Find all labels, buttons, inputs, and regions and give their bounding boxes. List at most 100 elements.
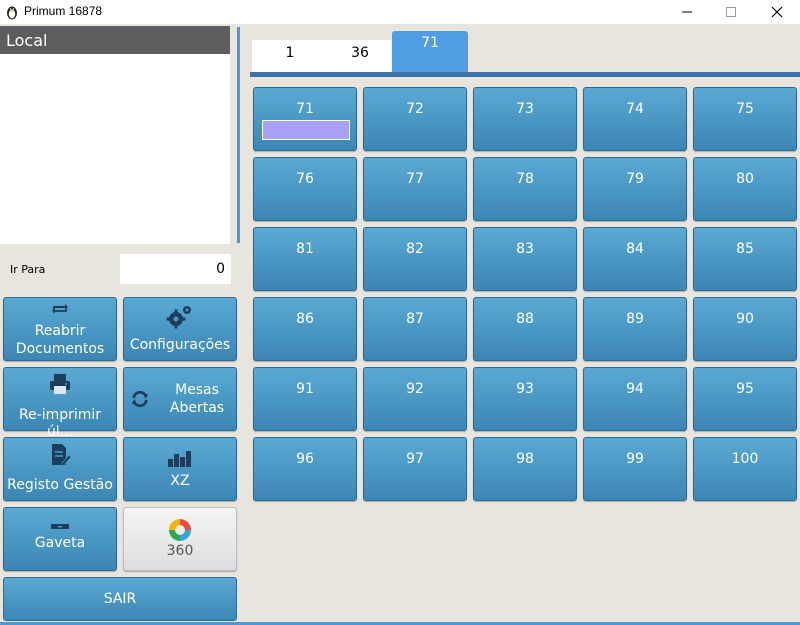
table-number: 89 (626, 311, 644, 327)
table-button[interactable]: 92 (363, 367, 467, 431)
table-button[interactable]: 91 (253, 367, 357, 431)
table-button[interactable]: 82 (363, 227, 467, 291)
table-button[interactable]: 83 (473, 227, 577, 291)
table-number: 75 (736, 101, 754, 117)
table-number: 76 (296, 171, 314, 187)
table-number: 88 (516, 311, 534, 327)
table-number: 91 (296, 381, 314, 397)
title-bar: Primum 16878 (0, 0, 800, 24)
table-button[interactable]: 99 (583, 437, 687, 501)
gaveta-button[interactable]: Gaveta (3, 507, 117, 571)
registo-gestao-button[interactable]: Registo Gestão (3, 437, 117, 501)
maximize-button[interactable] (708, 0, 754, 24)
reimprimir-button[interactable]: Re-imprimir úl... (3, 367, 117, 440)
minimize-icon (682, 11, 692, 13)
table-number: 92 (406, 381, 424, 397)
table-number: 95 (736, 381, 754, 397)
table-number: 79 (626, 171, 644, 187)
table-button[interactable]: 74 (583, 87, 687, 151)
table-number: 87 (406, 311, 424, 327)
table-button[interactable]: 85 (693, 227, 797, 291)
table-button[interactable]: 98 (473, 437, 577, 501)
table-number: 85 (736, 241, 754, 257)
tab-36[interactable]: 36 (322, 40, 398, 74)
registo-gestao-label: Registo Gestão (7, 477, 113, 493)
table-number: 71 (296, 101, 314, 117)
mesas-label-1: Mesas (175, 382, 219, 398)
mesas-abertas-button[interactable]: Mesas Abertas (123, 367, 237, 431)
table-button[interactable]: 86 (253, 297, 357, 361)
penguin-icon (7, 6, 17, 20)
table-number: 94 (626, 381, 644, 397)
table-button[interactable]: 77 (363, 157, 467, 221)
table-number: 73 (516, 101, 534, 117)
table-number: 82 (406, 241, 424, 257)
table-number: 93 (516, 381, 534, 397)
minimize-button[interactable] (664, 0, 710, 24)
reabrir-label-2: Documentos (15, 341, 105, 357)
mesas-label-2: Abertas (169, 400, 225, 416)
table-number: 98 (516, 451, 534, 467)
button-360[interactable]: 360 (123, 507, 237, 571)
close-icon (771, 6, 783, 18)
table-button[interactable]: 96 (253, 437, 357, 501)
ir-para-input[interactable] (120, 254, 231, 284)
table-number: 77 (406, 171, 424, 187)
reabrir-label-1: Reabrir (34, 323, 86, 339)
table-number: 100 (731, 451, 759, 467)
table-button[interactable]: 81 (253, 227, 357, 291)
table-button[interactable]: 79 (583, 157, 687, 221)
table-number: 83 (516, 241, 534, 257)
local-header: Local (0, 26, 230, 54)
configuracoes-label: Configurações (129, 337, 231, 353)
table-button[interactable]: 76 (253, 157, 357, 221)
maximize-icon (726, 7, 736, 17)
table-button[interactable]: 80 (693, 157, 797, 221)
reimprimir-label: Re-imprimir úl... (18, 407, 102, 440)
table-button[interactable]: 95 (693, 367, 797, 431)
panel-splitter[interactable] (237, 27, 240, 243)
xz-button[interactable]: XZ (123, 437, 237, 501)
table-button[interactable]: 72 (363, 87, 467, 151)
table-number: 90 (736, 311, 754, 327)
drawer-icon (51, 524, 69, 529)
document-edit-icon (52, 444, 71, 467)
table-button[interactable]: 87 (363, 297, 467, 361)
table-button[interactable]: 100 (693, 437, 797, 501)
table-number: 84 (626, 241, 644, 257)
table-button[interactable]: 89 (583, 297, 687, 361)
table-button[interactable]: 78 (473, 157, 577, 221)
ir-para-label: Ir Para (10, 263, 46, 276)
table-number: 80 (736, 171, 754, 187)
xz-label: XZ (170, 473, 190, 489)
table-button[interactable]: 93 (473, 367, 577, 431)
close-button[interactable] (754, 0, 800, 24)
gaveta-label: Gaveta (34, 535, 86, 551)
reopen-arrows-icon (52, 304, 68, 314)
reabrir-documentos-button[interactable]: Reabrir Documentos (3, 297, 117, 361)
table-button[interactable]: 94 (583, 367, 687, 431)
table-button[interactable]: 88 (473, 297, 577, 361)
gears-icon (166, 306, 191, 329)
button-360-label: 360 (166, 543, 194, 559)
occupied-indicator (262, 120, 350, 140)
tab-71[interactable]: 71 (392, 31, 468, 74)
configuracoes-button[interactable]: Configurações (123, 297, 237, 361)
local-list[interactable] (0, 54, 230, 244)
window-title: Primum 16878 (24, 4, 103, 18)
table-number: 97 (406, 451, 424, 467)
table-number: 99 (626, 451, 644, 467)
printer-icon (50, 374, 70, 394)
tab-underline (250, 72, 800, 77)
sair-button[interactable]: SAIR (3, 577, 237, 621)
table-button[interactable]: 73 (473, 87, 577, 151)
table-number: 72 (406, 101, 424, 117)
table-button[interactable]: 75 (693, 87, 797, 151)
table-button[interactable]: 71 (253, 87, 357, 151)
table-button[interactable]: 97 (363, 437, 467, 501)
table-number: 96 (296, 451, 314, 467)
table-button[interactable]: 90 (693, 297, 797, 361)
table-number: 74 (626, 101, 644, 117)
tab-1[interactable]: 1 (252, 40, 328, 74)
table-button[interactable]: 84 (583, 227, 687, 291)
